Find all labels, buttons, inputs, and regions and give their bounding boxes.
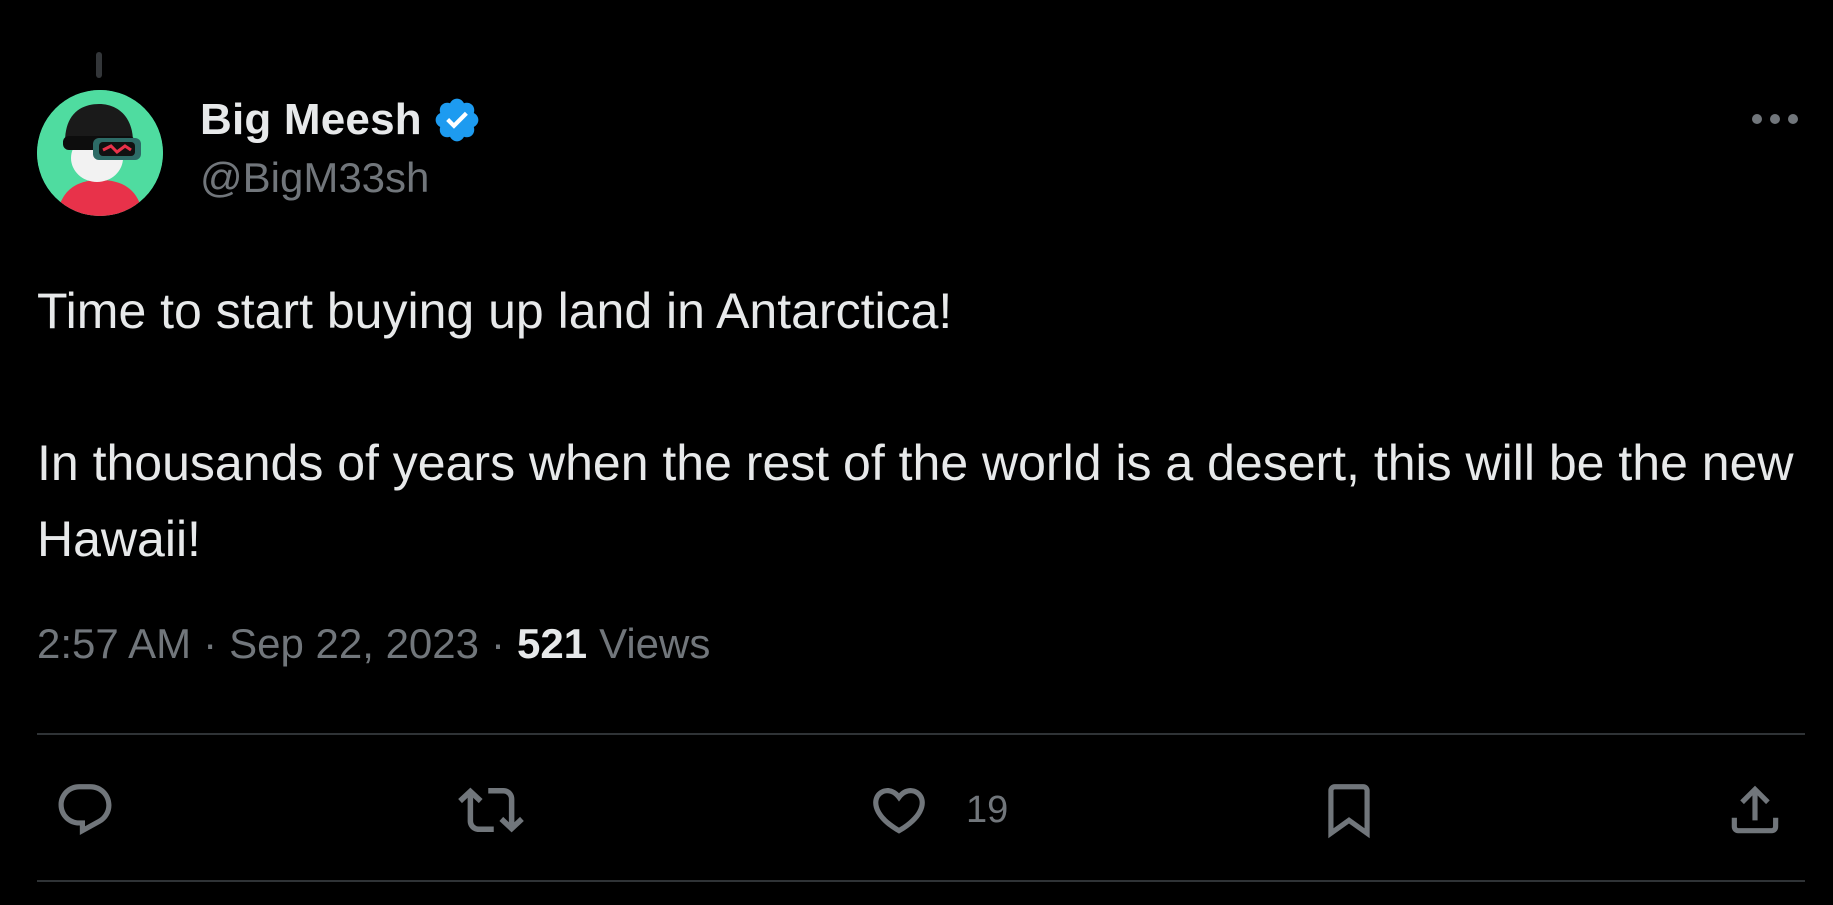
avatar-image: [37, 90, 163, 216]
more-icon[interactable]: [1740, 104, 1810, 134]
reply-button[interactable]: [54, 775, 116, 845]
divider: [37, 733, 1805, 735]
author-display-name[interactable]: Big Meesh: [200, 95, 422, 145]
heart-icon: [873, 788, 925, 834]
meta-separator: ·: [491, 620, 505, 667]
author-handle[interactable]: @BigM33sh: [200, 154, 482, 202]
share-icon: [1731, 785, 1779, 834]
avatar[interactable]: [37, 90, 163, 216]
tweet-meta: 2:57 AM · Sep 22, 2023 · 521 Views: [37, 620, 710, 668]
bookmark-icon: [1328, 784, 1370, 839]
views-count: 521: [517, 620, 588, 667]
tweet-text: Time to start buying up land in Antarcti…: [37, 283, 1794, 567]
bookmark-button[interactable]: [1318, 775, 1380, 845]
divider: [37, 880, 1805, 882]
name-row: Big Meesh: [200, 92, 482, 148]
reply-icon: [58, 784, 112, 836]
views-label: Views: [599, 620, 711, 667]
like-count: 19: [966, 788, 1009, 831]
share-button[interactable]: [1724, 775, 1786, 845]
verified-badge-icon[interactable]: [432, 95, 482, 145]
tweet-time[interactable]: 2:57 AM: [37, 620, 191, 668]
tweet-card: Big Meesh @BigM33sh Time to start buying…: [0, 0, 1833, 905]
meta-separator: ·: [203, 620, 218, 667]
retweet-button[interactable]: [458, 775, 524, 845]
action-bar: 19: [0, 775, 1833, 845]
like-button[interactable]: 19: [868, 775, 1008, 845]
retweet-icon: [458, 787, 524, 833]
tweet-date[interactable]: Sep 22, 2023: [229, 620, 479, 668]
author-block: Big Meesh @BigM33sh: [200, 92, 482, 202]
thread-line: [96, 52, 102, 78]
